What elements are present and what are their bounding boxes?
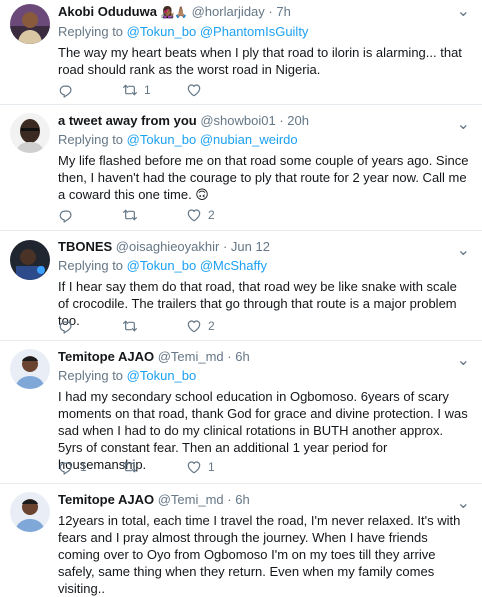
replying-to-mentions[interactable]: @Tokun_bo [127,368,197,383]
like-button[interactable] [186,82,208,98]
retweet-icon [122,207,138,223]
separator-dot: · [227,349,232,364]
display-name[interactable]: TBONES [58,239,112,254]
timestamp[interactable]: 7h [276,4,290,19]
user-handle[interactable]: @Temi_md [158,492,224,507]
chevron-down-icon[interactable]: ⌄ [457,1,470,21]
user-handle[interactable]: @oisaghieoyakhir [116,239,220,254]
timestamp[interactable]: 20h [287,113,309,128]
retweet-count: 1 [144,83,151,97]
separator-dot: · [227,492,232,507]
retweet-button[interactable]: 1 [122,82,151,98]
user-handle[interactable]: @horlarjiday [192,4,265,19]
replying-to-mentions[interactable]: @Tokun_bo @nubian_weirdo [127,132,298,147]
like-count: 1 [208,460,215,474]
chevron-down-icon[interactable]: ⌄ [457,493,470,513]
timestamp[interactable]: Jun 12 [231,239,270,254]
replying-to-mentions[interactable]: @Tokun_bo @PhantomIsGuilty [127,24,309,39]
tweet-text: The way my heart beats when I ply that r… [58,45,462,77]
like-count: 2 [208,319,215,333]
reply-icon [58,207,74,223]
separator-dot: · [279,113,284,128]
like-button[interactable]: 2 [186,207,215,223]
retweet-button[interactable] [122,459,144,475]
separator-dot: · [268,4,273,19]
avatar[interactable] [10,492,50,532]
name-emoji: 👩🏾‍🎤🙏🏽 [160,7,188,19]
tweet[interactable]: TBONES @oisaghieoyakhir · Jun 12 Replyin… [0,231,482,340]
avatar[interactable] [10,113,50,153]
replying-to-label: Replying to [58,24,124,39]
user-handle[interactable]: @Temi_md [158,349,224,364]
retweet-icon [122,459,138,475]
avatar[interactable] [10,240,50,280]
tweet-text: 12years in total, each time I travel the… [58,513,461,596]
reply-button[interactable] [58,207,74,223]
display-name[interactable]: a tweet away from you [58,113,197,128]
chevron-down-icon[interactable]: ⌄ [457,240,470,260]
avatar[interactable] [10,349,50,389]
reply-button[interactable] [58,82,74,98]
replying-to-label: Replying to [58,258,124,273]
like-icon [186,82,202,98]
tweet[interactable]: Temitope AJAO @Temi_md · 6h Replying to … [0,341,482,483]
reply-button[interactable] [58,318,74,334]
tweet-text: My life flashed before me on that road s… [58,153,469,202]
reply-icon [58,318,74,334]
like-icon [186,207,202,223]
retweet-icon [122,318,138,334]
chevron-down-icon[interactable]: ⌄ [457,114,470,134]
like-button[interactable]: 2 [186,318,215,334]
replying-to-label: Replying to [58,132,124,147]
timestamp[interactable]: 6h [235,492,249,507]
retweet-button[interactable] [122,318,144,334]
display-name[interactable]: Temitope AJAO [58,492,154,507]
reply-count: 1 [80,460,87,474]
reply-button[interactable]: 1 [58,459,87,475]
reply-icon [58,82,74,98]
like-count: 2 [208,208,215,222]
display-name[interactable]: Temitope AJAO [58,349,154,364]
avatar[interactable] [10,4,50,44]
tweet[interactable]: Akobi Oduduwa 👩🏾‍🎤🙏🏽 @horlarjiday · 7h R… [0,0,482,104]
like-icon [186,459,202,475]
tweet[interactable]: Temitope AJAO @Temi_md · 6h 12years in t… [0,484,482,597]
display-name[interactable]: Akobi Oduduwa [58,4,157,19]
like-button[interactable]: 1 [186,459,215,475]
retweet-icon [122,82,138,98]
timestamp[interactable]: 6h [235,349,249,364]
user-handle[interactable]: @showboi01 [200,113,275,128]
like-icon [186,318,202,334]
chevron-down-icon[interactable]: ⌄ [457,350,470,370]
separator-dot: · [222,239,228,254]
retweet-button[interactable] [122,207,144,223]
replying-to-label: Replying to [58,368,124,383]
reply-icon [58,459,74,475]
replying-to-mentions[interactable]: @Tokun_bo @McShaffy [127,258,267,273]
tweet[interactable]: a tweet away from you @showboi01 · 20h R… [0,105,482,230]
